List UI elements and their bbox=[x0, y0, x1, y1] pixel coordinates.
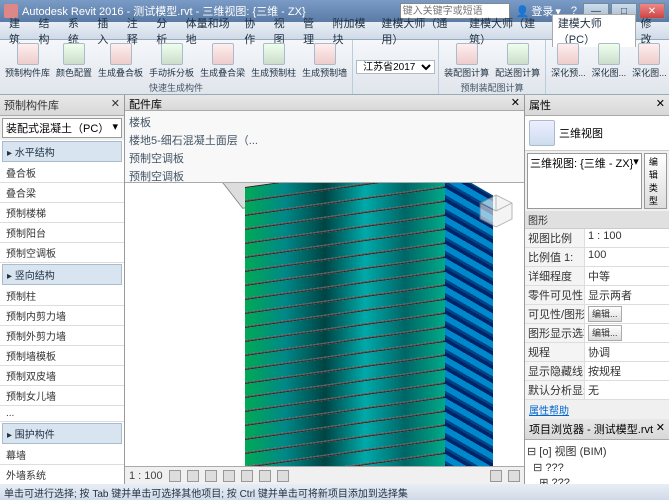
view-icon[interactable] bbox=[277, 470, 289, 482]
ribbon-btn[interactable]: 预制构件库 bbox=[3, 42, 52, 80]
properties-header: 属性✕ bbox=[525, 95, 669, 116]
tree-node[interactable]: ⊞ ??? bbox=[527, 475, 667, 484]
property-group: 图形 bbox=[525, 211, 669, 229]
ribbon-btn[interactable]: 手动拆分板 bbox=[147, 42, 196, 80]
project-browser[interactable]: ⊟ [o] 视图 (BIM) ⊟ ??? ⊞ ??? ⊞ BIM_三维视图 ⊟ … bbox=[525, 440, 669, 484]
close-icon[interactable]: ✕ bbox=[511, 96, 520, 109]
region-dropdown[interactable]: 江苏省2017 bbox=[356, 60, 435, 74]
property-row[interactable]: 图形显示选项编辑... bbox=[525, 324, 669, 343]
ribbon-btn[interactable]: 深化预... bbox=[549, 42, 588, 80]
view-controls: 1 : 100 bbox=[125, 466, 524, 484]
category[interactable]: ▸ 围护构件 bbox=[2, 423, 122, 444]
list-item[interactable]: 幕墙 bbox=[0, 445, 124, 465]
category[interactable]: ▸ 水平结构 bbox=[2, 141, 122, 162]
list-item[interactable]: 预制外剪力墙 bbox=[0, 326, 124, 346]
list-item[interactable]: 预制楼梯 bbox=[0, 203, 124, 223]
menubar: 建筑结构系统插入注释分析体量和场地协作视图管理附加模块建模大师（通用）建模大师（… bbox=[0, 22, 669, 40]
ribbon-group-region: 江苏省2017 bbox=[353, 40, 439, 94]
type-selector[interactable]: 三维视图 bbox=[525, 116, 669, 151]
ribbon-btn[interactable]: 生成叠合梁 bbox=[198, 42, 247, 80]
main-area: 预制构件库✕ 装配式混凝土（PC）▾ ▸ 水平结构叠合板叠合梁预制楼梯预制阳台预… bbox=[0, 95, 669, 484]
parts-header: 配件库✕ bbox=[125, 95, 524, 111]
list-item[interactable]: 预制空调板 bbox=[0, 243, 124, 263]
browse-item[interactable]: 预制空调板 bbox=[129, 149, 520, 167]
list-item[interactable]: ... bbox=[0, 406, 124, 422]
ribbon-btn[interactable]: 装配图计算 bbox=[442, 42, 491, 80]
ribbon-group-components: 预制构件库颜色配置生成叠合板手动拆分板生成叠合梁生成预制柱生成预制墙 快速生成构… bbox=[0, 40, 353, 94]
property-row[interactable]: 显示隐藏线按规程 bbox=[525, 362, 669, 381]
component-list: ▸ 水平结构叠合板叠合梁预制楼梯预制阳台预制空调板▸ 竖向结构预制柱预制内剪力墙… bbox=[0, 140, 124, 484]
help-link[interactable]: 属性帮助 bbox=[525, 400, 669, 419]
view-cube[interactable] bbox=[476, 191, 516, 231]
view-icon[interactable] bbox=[490, 470, 502, 482]
right-panel: 属性✕ 三维视图 三维视图: {三维 - ZX}▾ 编辑类型 图形 视图比例1 … bbox=[524, 95, 669, 484]
view-icon[interactable] bbox=[259, 470, 271, 482]
viewport[interactable] bbox=[125, 183, 524, 466]
category[interactable]: ▸ 竖向结构 bbox=[2, 264, 122, 285]
ribbon-btn[interactable]: 生成叠合板 bbox=[96, 42, 145, 80]
property-row[interactable]: 可见性/图形替换编辑... bbox=[525, 305, 669, 324]
center-panel: 配件库✕ 楼板楼地5-细石混凝土面层（...预制空调板预制空调板 1 : 100 bbox=[125, 95, 524, 484]
property-grid: 视图比例1 : 100比例值 1:100详细程度中等零件可见性显示两者可见性/图… bbox=[525, 229, 669, 400]
view-icon[interactable] bbox=[223, 470, 235, 482]
left-panel: 预制构件库✕ 装配式混凝土（PC）▾ ▸ 水平结构叠合板叠合梁预制楼梯预制阳台预… bbox=[0, 95, 125, 484]
property-row[interactable]: 零件可见性显示两者 bbox=[525, 286, 669, 305]
ribbon: 预制构件库颜色配置生成叠合板手动拆分板生成叠合梁生成预制柱生成预制墙 快速生成构… bbox=[0, 40, 669, 95]
list-item[interactable]: 外墙系统 bbox=[0, 465, 124, 484]
view-icon[interactable] bbox=[187, 470, 199, 482]
view-icon[interactable] bbox=[508, 470, 520, 482]
browse-item[interactable]: 楼板 bbox=[129, 113, 520, 131]
browser-header: 项目浏览器 - 测试模型.rvt✕ bbox=[525, 419, 669, 440]
property-row[interactable]: 比例值 1:100 bbox=[525, 248, 669, 267]
tree-node[interactable]: ⊟ [o] 视图 (BIM) bbox=[527, 442, 667, 460]
list-item[interactable]: 预制柱 bbox=[0, 286, 124, 306]
list-item[interactable]: 叠合梁 bbox=[0, 183, 124, 203]
ribbon-btn[interactable]: 配送图计算 bbox=[493, 42, 542, 80]
building-model bbox=[205, 183, 505, 466]
list-item[interactable]: 预制女儿墙 bbox=[0, 386, 124, 406]
list-item[interactable]: 叠合板 bbox=[0, 163, 124, 183]
ribbon-group-calc: 装配图计算配送图计算 预制装配图计算 bbox=[439, 40, 546, 94]
ribbon-btn[interactable]: 颜色配置 bbox=[54, 42, 94, 80]
view-type-icon bbox=[529, 120, 555, 146]
zoom-label[interactable]: 1 : 100 bbox=[129, 470, 163, 482]
list-item[interactable]: 预制阳台 bbox=[0, 223, 124, 243]
ribbon-btn[interactable]: 深化图... bbox=[630, 42, 669, 80]
library-select[interactable]: 装配式混凝土（PC）▾ bbox=[2, 118, 122, 138]
parts-browser: 楼板楼地5-细石混凝土面层（...预制空调板预制空调板 bbox=[125, 111, 524, 183]
close-icon[interactable]: ✕ bbox=[111, 97, 120, 113]
view-icon[interactable] bbox=[205, 470, 217, 482]
view-icon[interactable] bbox=[169, 470, 181, 482]
ribbon-btn[interactable]: 生成预制柱 bbox=[249, 42, 298, 80]
left-panel-header: 预制构件库✕ bbox=[0, 95, 124, 116]
property-row[interactable]: 规程协调 bbox=[525, 343, 669, 362]
property-row[interactable]: 默认分析显示...无 bbox=[525, 381, 669, 400]
property-row[interactable]: 详细程度中等 bbox=[525, 267, 669, 286]
property-row[interactable]: 视图比例1 : 100 bbox=[525, 229, 669, 248]
close-icon[interactable]: ✕ bbox=[656, 421, 665, 437]
tree-node[interactable]: ⊟ ??? bbox=[527, 460, 667, 475]
list-item[interactable]: 预制内剪力墙 bbox=[0, 306, 124, 326]
browse-item[interactable]: 楼地5-细石混凝土面层（... bbox=[129, 131, 520, 149]
ribbon-btn[interactable]: 生成预制墙 bbox=[300, 42, 349, 80]
ribbon-group-detail: 深化预...深化图...深化图...深化图... bbox=[546, 40, 669, 94]
list-item[interactable]: 预制墙模板 bbox=[0, 346, 124, 366]
instance-select[interactable]: 三维视图: {三维 - ZX}▾ bbox=[527, 153, 642, 209]
ribbon-btn[interactable]: 深化图... bbox=[590, 42, 629, 80]
list-item[interactable]: 预制双皮墙 bbox=[0, 366, 124, 386]
edit-type-button[interactable]: 编辑类型 bbox=[644, 153, 667, 209]
close-icon[interactable]: ✕ bbox=[656, 97, 665, 113]
statusbar: 单击可进行选择; 按 Tab 键并单击可选择其他项目; 按 Ctrl 键并单击可… bbox=[0, 484, 669, 500]
view-icon[interactable] bbox=[241, 470, 253, 482]
